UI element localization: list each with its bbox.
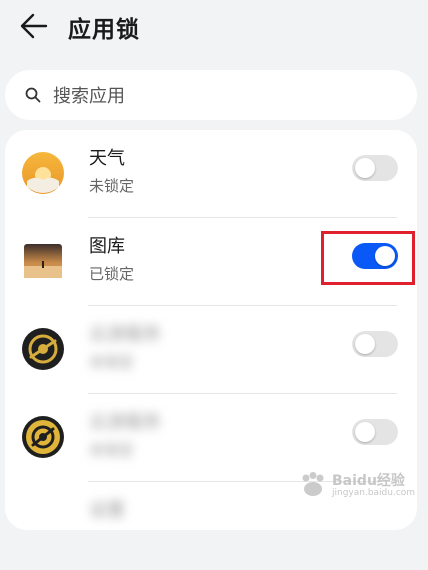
search-icon xyxy=(25,87,41,103)
list-item-weather[interactable]: 天气 未锁定 xyxy=(5,130,417,218)
app-name: 设置 xyxy=(89,500,125,521)
list-item-blurred-1[interactable]: 云游服务 未锁定 xyxy=(5,306,417,394)
watermark: Baidu经验 jingyan.baidu.com xyxy=(298,468,415,502)
back-arrow-icon[interactable] xyxy=(20,13,48,39)
search-bar[interactable] xyxy=(5,70,417,120)
search-input[interactable] xyxy=(51,82,395,110)
lock-status: 未锁定 xyxy=(89,177,135,195)
lock-toggle[interactable] xyxy=(352,419,398,445)
toggle-knob xyxy=(355,158,375,178)
lock-toggle[interactable] xyxy=(352,331,398,357)
toggle-knob xyxy=(355,334,375,354)
watermark-url: jingyan.baidu.com xyxy=(332,488,416,498)
gallery-icon xyxy=(24,244,62,278)
toggle-knob xyxy=(355,422,375,442)
weather-icon xyxy=(22,152,64,194)
lock-status: 未锁定 xyxy=(89,441,135,459)
app-name: 云游服务 xyxy=(89,324,161,345)
paw-icon xyxy=(302,472,324,496)
lock-toggle-weather[interactable] xyxy=(352,155,398,181)
app-icon xyxy=(22,328,64,370)
page-title: 应用锁 xyxy=(68,17,140,43)
app-icon xyxy=(22,416,64,458)
watermark-text: Baidu经验 xyxy=(332,473,405,489)
app-name: 图库 xyxy=(89,236,125,257)
app-name: 云游服务 xyxy=(89,412,161,433)
header: 应用锁 xyxy=(0,0,428,56)
lock-status: 已锁定 xyxy=(89,265,135,283)
app-name: 天气 xyxy=(89,148,125,169)
lock-status: 未锁定 xyxy=(89,353,135,371)
highlight-box xyxy=(321,231,415,285)
